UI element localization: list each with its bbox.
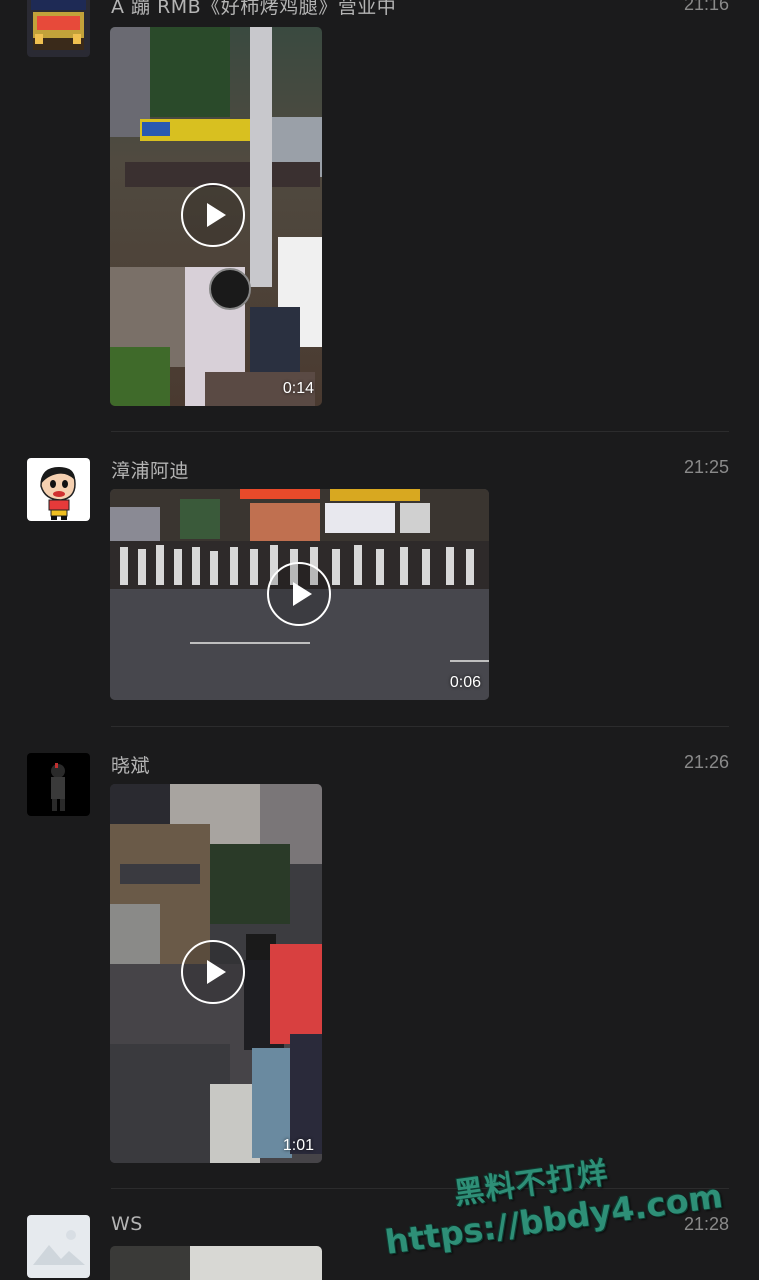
video-duration: 1:01 [282,1137,314,1154]
play-button[interactable] [181,183,245,247]
play-button[interactable] [181,940,245,1004]
post-timestamp: 21:16 [683,0,729,14]
post-timestamp: 21:25 [683,457,729,477]
play-icon [207,203,226,227]
feed-post: 晓斌 21:26 1:01 [0,728,759,1190]
dark-figure-avatar [27,753,90,816]
post-author-name[interactable]: 漳浦阿迪 [111,456,189,483]
shop-storefront-avatar [27,0,90,57]
post-author-name[interactable]: 晓斌 [111,751,150,778]
video-duration: 0:14 [282,380,314,397]
post-author-name[interactable]: WS [111,1213,143,1235]
video-frame-partial [110,1246,322,1280]
video-thumbnail[interactable] [110,1246,322,1280]
moments-feed: A 蹦 RMB《好柿烤鸡腿》营业中 21:16 0:14 漳浦阿迪 21:25 … [0,0,759,1280]
post-timestamp: 21:26 [683,752,729,772]
feed-post: A 蹦 RMB《好柿烤鸡腿》营业中 21:16 0:14 [0,0,759,432]
user-avatar[interactable] [27,0,90,57]
user-avatar[interactable] [27,458,90,521]
post-author-name[interactable]: A 蹦 RMB《好柿烤鸡腿》营业中 [111,0,396,19]
cartoon-character-avatar [27,458,90,521]
user-avatar[interactable] [27,753,90,816]
video-duration: 0:06 [449,674,481,691]
video-thumbnail[interactable]: 1:01 [110,784,322,1163]
play-button[interactable] [267,562,331,626]
user-avatar[interactable] [27,1215,90,1278]
video-thumbnail[interactable]: 0:14 [110,27,322,406]
play-icon [293,582,312,606]
feed-post: 漳浦阿迪 21:25 0:06 [0,432,759,728]
placeholder-image-avatar [27,1215,90,1278]
post-divider [111,726,729,727]
play-icon [207,960,226,984]
video-thumbnail[interactable]: 0:06 [110,489,489,700]
